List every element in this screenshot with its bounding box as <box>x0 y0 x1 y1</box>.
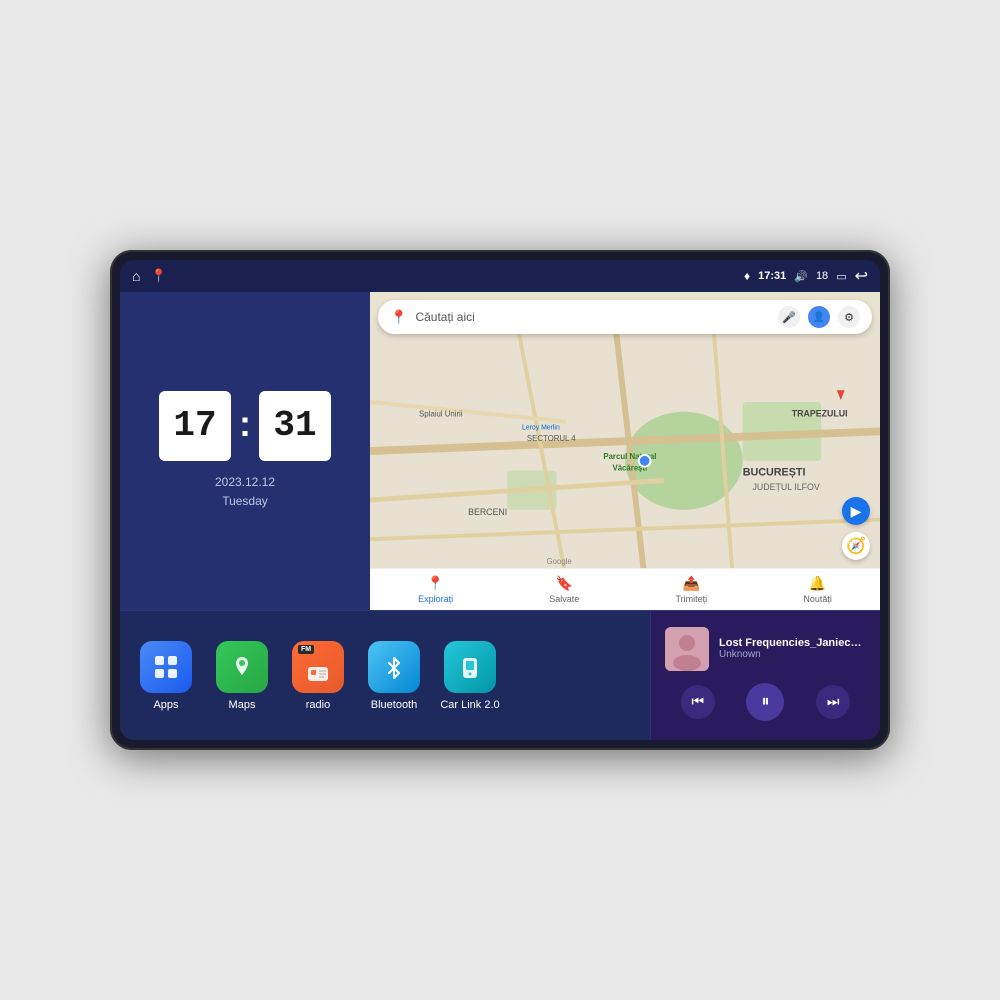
music-title: Lost Frequencies_Janieck Devy-... <box>719 637 866 649</box>
explore-label: Explorați <box>418 594 453 604</box>
music-next-button[interactable]: ⏭ <box>816 685 850 719</box>
clock-minutes: 31 <box>259 391 331 461</box>
radio-label: radio <box>306 699 330 711</box>
map-bottom-bar: 📍 Explorați 🔖 Salvate 📤 Trimiteți � <box>370 568 880 610</box>
search-placeholder: Căutați aici <box>415 310 474 324</box>
time-display: 17:31 <box>758 270 786 282</box>
map-search-actions: 🎤 👤 ⚙ <box>778 306 860 328</box>
clock-colon: : <box>239 403 251 445</box>
map-nav-share[interactable]: 📤 Trimiteți <box>676 575 708 604</box>
apps-label: Apps <box>153 699 178 711</box>
app-icon-carlink[interactable]: Car Link 2.0 <box>440 641 500 711</box>
maps-label: Maps <box>229 699 256 711</box>
clock-date: 2023.12.12 Tuesday <box>215 473 275 511</box>
back-icon[interactable]: ↩ <box>855 266 868 286</box>
status-bar-left: ⌂ 📍 <box>132 268 167 284</box>
svg-text:BUCUREȘTI: BUCUREȘTI <box>743 467 806 479</box>
clock-date-value: 2023.12.12 <box>215 473 275 492</box>
main-content: 17 : 31 2023.12.12 Tuesday <box>120 292 880 740</box>
music-info: Lost Frequencies_Janieck Devy-... Unknow… <box>665 627 866 671</box>
app-icon-radio[interactable]: FM radio <box>288 641 348 711</box>
news-label: Noutăți <box>803 594 832 604</box>
maps-logo-icon: 📍 <box>390 309 407 326</box>
map-nav-saved[interactable]: 🔖 Salvate <box>549 575 579 604</box>
bluetooth-label: Bluetooth <box>371 699 417 711</box>
status-bar: ⌂ 📍 ♦ 17:31 🔊 18 ▭ ↩ <box>120 260 880 292</box>
battery-icon: ▭ <box>836 270 846 283</box>
apps-icon-image <box>140 641 192 693</box>
map-compass-button[interactable]: 🧭 <box>842 532 870 560</box>
car-display-device: ⌂ 📍 ♦ 17:31 🔊 18 ▭ ↩ 17 : <box>110 250 890 750</box>
map-nav-explore[interactable]: 📍 Explorați <box>418 575 453 604</box>
music-prev-button[interactable]: ⏮ <box>681 685 715 719</box>
saved-icon: 🔖 <box>556 575 573 592</box>
svg-text:JUDEȚUL ILFOV: JUDEȚUL ILFOV <box>753 482 820 492</box>
volume-icon: 🔊 <box>794 270 808 283</box>
app-icon-apps[interactable]: Apps <box>136 641 196 711</box>
clock-hours: 17 <box>159 391 231 461</box>
explore-icon: 📍 <box>427 575 444 592</box>
device-screen: ⌂ 📍 ♦ 17:31 🔊 18 ▭ ↩ 17 : <box>120 260 880 740</box>
top-section: 17 : 31 2023.12.12 Tuesday <box>120 292 880 610</box>
map-navigate-button[interactable]: ▶ <box>842 497 870 525</box>
music-player: Lost Frequencies_Janieck Devy-... Unknow… <box>650 611 880 740</box>
signal-icon: ♦ <box>744 269 750 283</box>
map-nav-news[interactable]: 🔔 Noutăți <box>803 575 832 604</box>
more-options-icon[interactable]: ⚙ <box>838 306 860 328</box>
app-icon-bluetooth[interactable]: Bluetooth <box>364 641 424 711</box>
bottom-section: Apps Maps FM <box>120 610 880 740</box>
music-artist: Unknown <box>719 649 866 660</box>
news-icon: 🔔 <box>809 575 826 592</box>
app-icon-maps[interactable]: Maps <box>212 641 272 711</box>
music-play-button[interactable]: ⏸ <box>746 683 784 721</box>
svg-text:Leroy Merlin: Leroy Merlin <box>522 424 560 431</box>
carlink-icon-image <box>444 641 496 693</box>
music-details: Lost Frequencies_Janieck Devy-... Unknow… <box>719 637 866 660</box>
battery-level: 18 <box>816 270 828 282</box>
status-bar-right: ♦ 17:31 🔊 18 ▭ ↩ <box>744 266 868 286</box>
saved-label: Salvate <box>549 594 579 604</box>
svg-text:Splaiul Unirii: Splaiul Unirii <box>419 410 463 419</box>
clock-widget: 17 : 31 2023.12.12 Tuesday <box>120 292 370 610</box>
maps-pin-icon[interactable]: 📍 <box>150 268 166 284</box>
map-widget[interactable]: BUCUREȘTI JUDEȚUL ILFOV BERCENI SECTORUL… <box>370 292 880 610</box>
clock-day-value: Tuesday <box>215 492 275 511</box>
radio-icon-image: FM <box>292 641 344 693</box>
map-background: BUCUREȘTI JUDEȚUL ILFOV BERCENI SECTORUL… <box>370 292 880 610</box>
music-thumbnail <box>665 627 709 671</box>
carlink-label: Car Link 2.0 <box>440 699 499 711</box>
map-search-bar[interactable]: 📍 Căutați aici 🎤 👤 ⚙ <box>378 300 872 334</box>
svg-text:Google: Google <box>547 557 572 566</box>
account-icon[interactable]: 👤 <box>808 306 830 328</box>
app-icons-panel: Apps Maps FM <box>120 611 650 740</box>
music-controls: ⏮ ⏸ ⏭ <box>665 679 866 725</box>
maps-icon-image <box>216 641 268 693</box>
share-label: Trimiteți <box>676 594 708 604</box>
share-icon: 📤 <box>683 575 700 592</box>
svg-text:BERCENI: BERCENI <box>468 507 507 517</box>
svg-text:TRAPEZULUI: TRAPEZULUI <box>792 409 848 419</box>
bluetooth-icon-image <box>368 641 420 693</box>
home-icon[interactable]: ⌂ <box>132 268 140 284</box>
voice-search-icon[interactable]: 🎤 <box>778 306 800 328</box>
svg-text:SECTORUL 4: SECTORUL 4 <box>527 434 576 443</box>
clock-display: 17 : 31 <box>159 391 331 461</box>
